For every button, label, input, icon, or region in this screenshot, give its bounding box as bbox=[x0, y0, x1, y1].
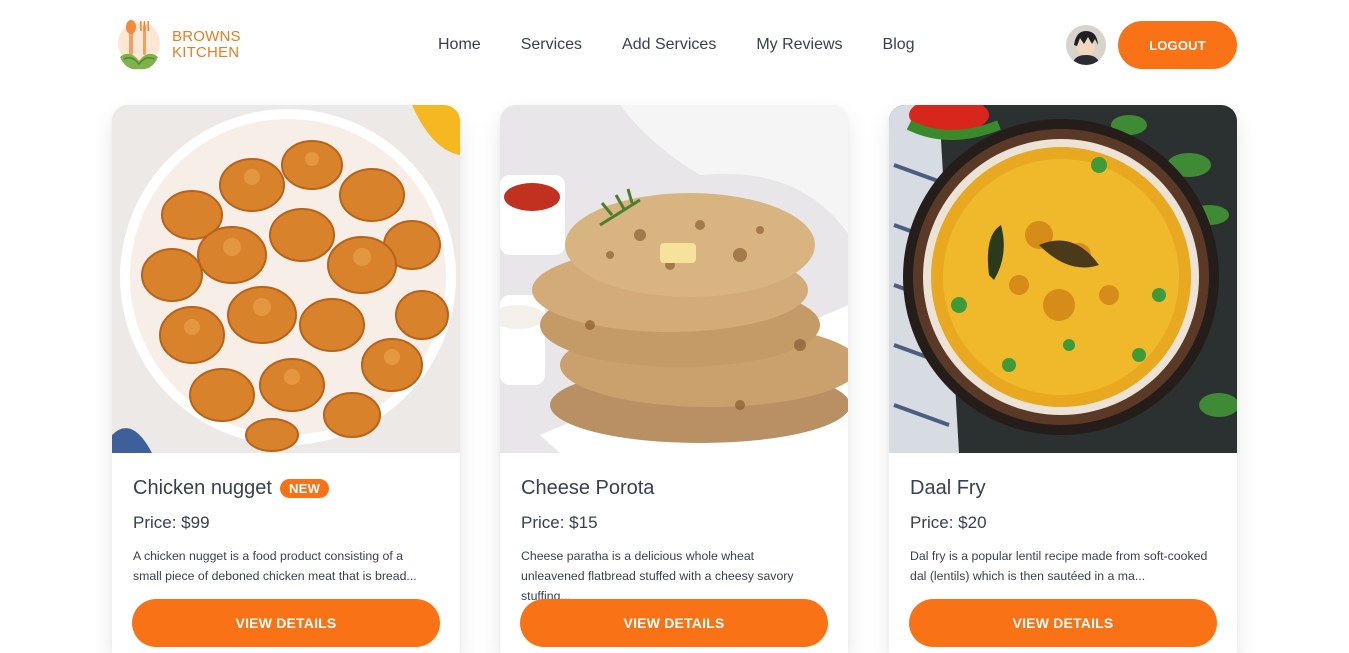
navbar: BROWNS KITCHEN Home Services Add Service… bbox=[0, 0, 1349, 90]
nav-add-services[interactable]: Add Services bbox=[622, 36, 716, 54]
card-description: Dal fry is a popular lentil recipe made … bbox=[910, 549, 1208, 583]
nav-my-reviews[interactable]: My Reviews bbox=[756, 36, 842, 54]
brand-name-line2: KITCHEN bbox=[172, 44, 240, 61]
card-title: Daal Fry bbox=[910, 477, 986, 499]
card-title: Chicken nugget bbox=[133, 477, 272, 499]
avatar-image bbox=[1066, 25, 1106, 65]
card-title-row: Chicken nugget NEW bbox=[133, 477, 330, 500]
card-price: Price: $15 bbox=[521, 513, 598, 532]
card-title-row: Daal Fry bbox=[910, 477, 986, 500]
paratha-image bbox=[500, 105, 848, 453]
card-price: Price: $20 bbox=[910, 513, 987, 532]
card-description: A chicken nugget is a food product consi… bbox=[133, 549, 417, 583]
nav-blog[interactable]: Blog bbox=[883, 36, 915, 54]
view-details-button[interactable]: VIEW DETAILS bbox=[520, 599, 828, 647]
brand[interactable]: BROWNS KITCHEN bbox=[116, 17, 241, 73]
service-card: Daal Fry Price: $20 Dal fry is a popular… bbox=[889, 105, 1237, 653]
chicken-nuggets-image bbox=[112, 105, 460, 453]
view-details-button[interactable]: VIEW DETAILS bbox=[132, 599, 440, 647]
main-nav: Home Services Add Services My Reviews Bl… bbox=[438, 36, 955, 54]
logout-button[interactable]: LOGOUT bbox=[1118, 21, 1237, 69]
brand-name-line1: BROWNS bbox=[172, 28, 241, 45]
service-card: Cheese Porota Price: $15 Cheese paratha … bbox=[500, 105, 848, 653]
service-card: Chicken nugget NEW Price: $99 A chicken … bbox=[112, 105, 460, 653]
view-details-button[interactable]: VIEW DETAILS bbox=[909, 599, 1217, 647]
nav-home[interactable]: Home bbox=[438, 36, 481, 54]
daal-fry-image bbox=[889, 105, 1237, 453]
card-price: Price: $99 bbox=[133, 513, 210, 532]
user-avatar[interactable] bbox=[1066, 25, 1106, 65]
chef-utensils-logo-icon bbox=[118, 20, 160, 70]
new-badge: NEW bbox=[279, 479, 330, 498]
card-title: Cheese Porota bbox=[521, 477, 655, 499]
card-description: Cheese paratha is a delicious whole whea… bbox=[521, 549, 794, 603]
nav-services[interactable]: Services bbox=[521, 36, 582, 54]
card-title-row: Cheese Porota bbox=[521, 477, 654, 500]
